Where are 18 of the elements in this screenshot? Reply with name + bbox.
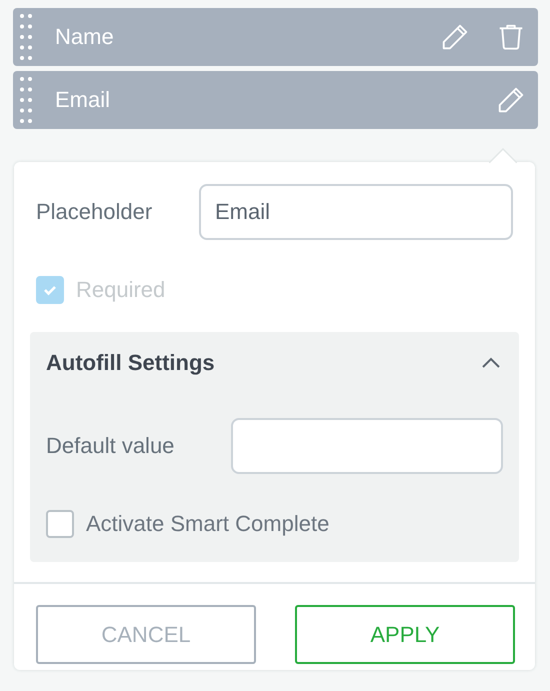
drag-handle-icon[interactable]: [19, 76, 33, 124]
required-label: Required: [76, 277, 166, 303]
apply-button[interactable]: APPLY: [295, 605, 515, 664]
default-value-label: Default value: [46, 433, 174, 459]
form-field-item[interactable]: Name: [13, 8, 538, 66]
smart-complete-checkbox[interactable]: [46, 510, 74, 538]
field-label: Email: [55, 87, 112, 113]
edit-icon[interactable]: [496, 85, 526, 115]
smart-complete-label: Activate Smart Complete: [86, 511, 330, 537]
placeholder-label: Placeholder: [36, 199, 152, 225]
edit-icon[interactable]: [440, 22, 470, 52]
default-value-input[interactable]: [231, 418, 503, 474]
form-field-item[interactable]: Email: [13, 71, 538, 129]
placeholder-input[interactable]: Email: [199, 184, 513, 240]
autofill-title: Autofill Settings: [46, 350, 215, 376]
drag-handle-icon[interactable]: [19, 13, 33, 61]
cancel-button[interactable]: CANCEL: [36, 605, 256, 664]
field-label: Name: [55, 24, 115, 50]
